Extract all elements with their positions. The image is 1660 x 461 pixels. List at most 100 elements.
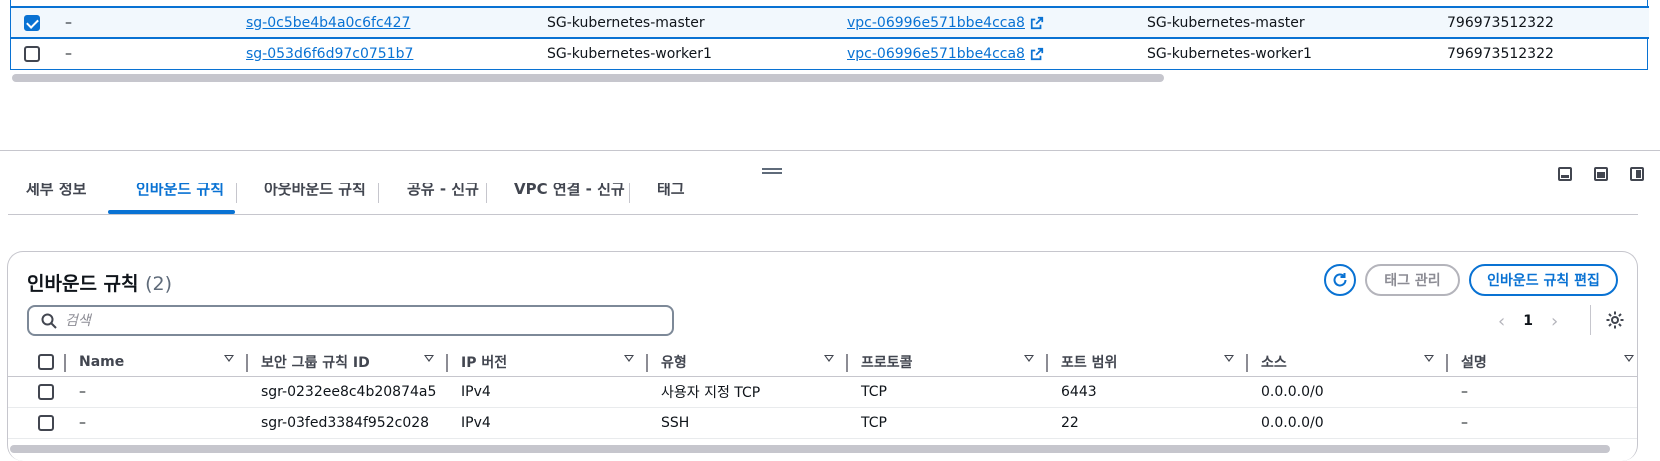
gear-icon[interactable]: [1605, 310, 1625, 330]
vpc-id-text[interactable]: vpc-06996e571bbe4cca8: [847, 46, 1025, 62]
vpc-id-text[interactable]: vpc-06996e571bbe4cca8: [847, 15, 1025, 31]
sg-group-name-cell: SG-kubernetes-master: [547, 14, 705, 31]
inbound-rules-container: 인바운드 규칙 (2) 태그 관리 인바운드 규칙 편집 ‹ 1 › Name …: [7, 251, 1638, 461]
tab-separator: [486, 183, 487, 203]
edit-inbound-rules-button[interactable]: 인바운드 규칙 편집: [1469, 264, 1618, 296]
row-checkbox[interactable]: [38, 408, 54, 438]
tab-outbound-rules[interactable]: 아웃바운드 규칙: [246, 183, 384, 203]
sg-group-name-cell: SG-kubernetes-worker1: [547, 45, 712, 62]
sg-description-cell: SG-kubernetes-master: [1147, 14, 1305, 31]
column-header-description[interactable]: 설명: [1461, 347, 1487, 377]
active-tab-indicator: [108, 210, 235, 214]
row-checkbox[interactable]: [38, 377, 54, 407]
rule-name-cell: –: [79, 384, 86, 400]
sort-icon[interactable]: [1224, 355, 1234, 362]
protocol-cell: TCP: [861, 384, 887, 400]
sg-id-link[interactable]: sg-0c5be4b4a0c6fc427: [246, 8, 410, 37]
sort-icon[interactable]: [824, 355, 834, 362]
search-input[interactable]: [65, 312, 655, 329]
column-separator: [1246, 354, 1248, 372]
description-cell: –: [1461, 415, 1468, 431]
source-cell: 0.0.0.0/0: [1261, 415, 1324, 431]
refresh-icon: [1333, 273, 1347, 287]
tab-inbound-rules[interactable]: 인바운드 규칙: [118, 183, 242, 203]
external-link-icon: [1030, 16, 1044, 29]
panel-side-icon[interactable]: [1630, 167, 1644, 181]
panel-maximize-icon[interactable]: [1594, 167, 1608, 181]
sort-icon[interactable]: [624, 355, 634, 362]
column-header-protocol[interactable]: 프로토콜: [861, 347, 913, 377]
refresh-button[interactable]: [1324, 264, 1356, 296]
type-cell: SSH: [661, 415, 690, 431]
row-checkbox[interactable]: [24, 38, 40, 69]
manage-tags-button[interactable]: 태그 관리: [1365, 264, 1460, 296]
sg-name-cell: –: [65, 45, 72, 62]
checkbox-icon: [38, 354, 54, 370]
panel-bottom-icon[interactable]: [1558, 167, 1572, 181]
rule-name-cell: –: [79, 415, 86, 431]
vpc-id-link[interactable]: vpc-06996e571bbe4cca8: [847, 8, 1044, 37]
ip-version-cell: IPv4: [461, 415, 491, 431]
select-all-checkbox[interactable]: [38, 347, 54, 377]
row-checkbox[interactable]: [24, 8, 40, 37]
split-panel-border: [0, 150, 1660, 151]
table-row[interactable]: – sgr-0232ee8c4b20874a5 IPv4 사용자 지정 TCP …: [8, 377, 1637, 408]
horizontal-scrollbar[interactable]: [10, 445, 1610, 453]
tab-tags[interactable]: 태그: [639, 183, 703, 203]
checkbox-icon: [38, 384, 54, 400]
tab-details[interactable]: 세부 정보: [8, 183, 104, 203]
column-separator: [446, 354, 448, 372]
sg-owner-cell: 796973512322: [1447, 45, 1554, 62]
sg-owner-cell: 796973512322: [1447, 14, 1554, 31]
column-header-port-range[interactable]: 포트 범위: [1061, 347, 1117, 377]
sort-icon[interactable]: [224, 355, 234, 362]
sg-id-link[interactable]: sg-053d6f6d97c0751b7: [246, 38, 413, 69]
column-header-ip-version[interactable]: IP 버전: [461, 347, 507, 377]
chevron-right-icon[interactable]: ›: [1551, 311, 1558, 332]
checkbox-icon: [38, 415, 54, 431]
page-title: 인바운드 규칙 (2): [27, 269, 172, 296]
type-cell: 사용자 지정 TCP: [661, 385, 761, 401]
checkbox-checked-icon: [24, 14, 40, 31]
chevron-left-icon[interactable]: ‹: [1498, 311, 1505, 332]
column-separator: [246, 354, 248, 372]
horizontal-scrollbar[interactable]: [12, 74, 1164, 82]
column-header-type[interactable]: 유형: [661, 347, 687, 377]
rule-id-cell: sgr-03fed3384f952c028: [261, 415, 430, 431]
sort-icon[interactable]: [1624, 355, 1634, 362]
column-separator: [64, 354, 66, 372]
tab-separator: [629, 183, 630, 203]
tab-separator: [378, 183, 379, 203]
table-row[interactable]: – sg-053d6f6d97c0751b7 SG-kubernetes-wor…: [11, 38, 1649, 69]
inbound-rules-title: 인바운드 규칙: [27, 273, 139, 295]
column-header-source[interactable]: 소스: [1261, 347, 1287, 377]
description-cell: –: [1461, 384, 1468, 400]
column-separator: [646, 354, 648, 372]
table-row[interactable]: – sg-0c5be4b4a0c6fc427 SG-kubernetes-mas…: [11, 6, 1649, 39]
tab-vpc-associations[interactable]: VPC 연결 - 신규: [496, 183, 643, 203]
sort-icon[interactable]: [424, 355, 434, 362]
column-separator: [846, 354, 848, 372]
protocol-cell: TCP: [861, 415, 887, 431]
ip-version-cell: IPv4: [461, 384, 491, 400]
rules-count: (2): [145, 273, 173, 295]
external-link-icon: [1030, 47, 1044, 60]
tab-sharing[interactable]: 공유 - 신규: [389, 183, 497, 203]
drag-handle-icon[interactable]: [762, 168, 782, 174]
search-field[interactable]: [27, 305, 674, 336]
sg-description-cell: SG-kubernetes-worker1: [1147, 45, 1312, 62]
security-groups-table: – sg-0c5be4b4a0c6fc427 SG-kubernetes-mas…: [0, 0, 1660, 84]
tab-separator: [236, 183, 237, 203]
column-header-rule-id[interactable]: 보안 그룹 규칙 ID: [261, 347, 370, 377]
table-row[interactable]: – sgr-03fed3384f952c028 IPv4 SSH TCP 22 …: [8, 408, 1637, 439]
rule-id-cell: sgr-0232ee8c4b20874a5: [261, 384, 437, 400]
sort-icon[interactable]: [1024, 355, 1034, 362]
pagination: ‹ 1 ›: [1498, 309, 1558, 333]
page-number[interactable]: 1: [1523, 313, 1533, 329]
search-icon: [41, 313, 57, 329]
column-header-name[interactable]: Name: [79, 347, 124, 377]
vpc-id-link[interactable]: vpc-06996e571bbe4cca8: [847, 38, 1044, 69]
sort-icon[interactable]: [1424, 355, 1434, 362]
port-range-cell: 6443: [1061, 384, 1097, 400]
sg-name-cell: –: [65, 14, 72, 31]
